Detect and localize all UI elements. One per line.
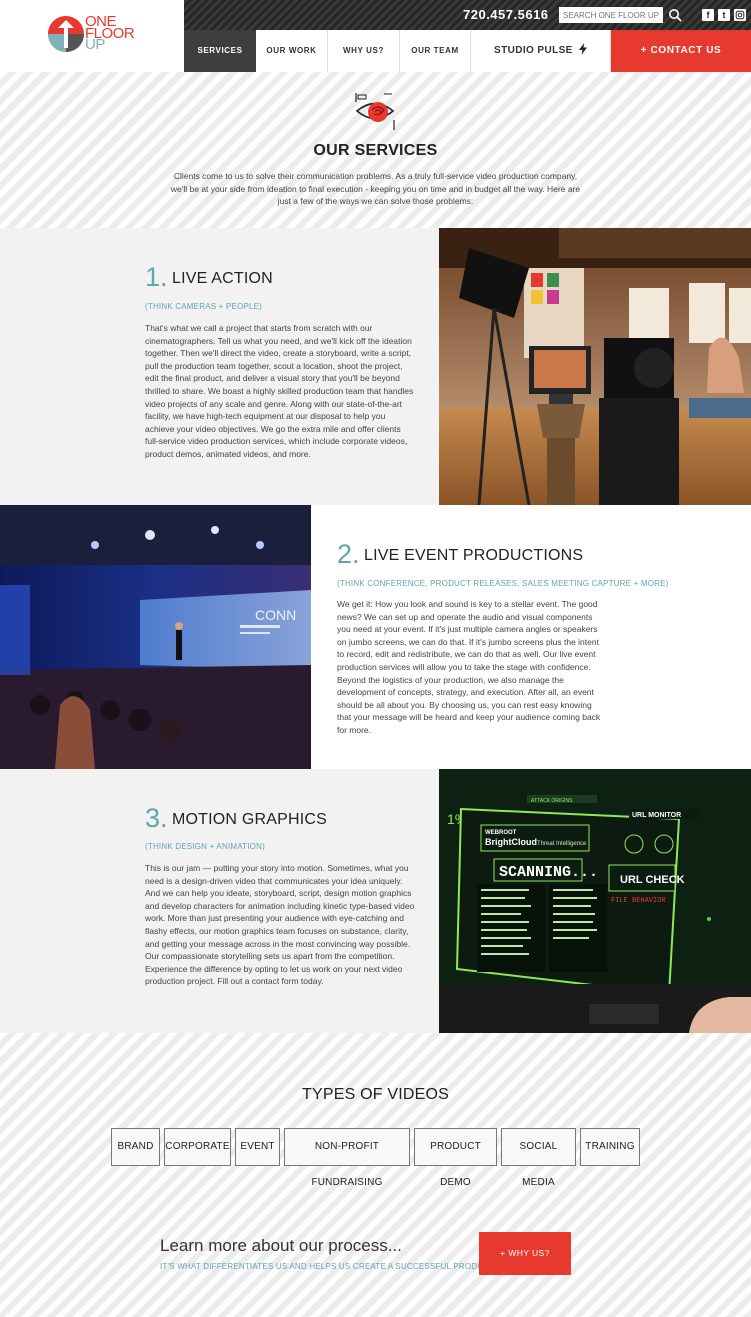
monitor-url-monitor: URL MONITOR (632, 812, 681, 819)
live-action-photo (439, 228, 751, 505)
eye-rose-icon (355, 93, 395, 130)
service-number: 2. (337, 539, 360, 569)
service-description: This is our jam — putting your story int… (145, 863, 415, 987)
page-title: OUR SERVICES (313, 142, 438, 159)
types-title: TYPES OF VIDEOS (301, 1086, 450, 1103)
type-corporate-button[interactable]: CORPORATE (164, 1128, 231, 1166)
phone-number[interactable]: 720.457.5616 (463, 7, 549, 22)
monitor-scanning: SCANNING... (499, 864, 598, 881)
nav-our-work[interactable]: OUR WORK (256, 30, 328, 72)
type-training-button[interactable]: TRAINING (580, 1128, 640, 1166)
search-input[interactable] (559, 7, 663, 23)
monitor-brand: BrightCloud (485, 837, 537, 847)
type-social-media-button[interactable]: SOCIAL MEDIA (501, 1128, 576, 1188)
service-title: LIVE ACTION (171, 270, 273, 287)
types-of-videos-section: TYPES OF VIDEOS BRAND CORPORATE EVENT NO… (0, 1033, 751, 1317)
type-event-button[interactable]: EVENT (235, 1128, 280, 1166)
monitor-brand-suffix: Threat Intelligence (537, 841, 587, 847)
nav-services[interactable]: SERVICES (184, 30, 256, 72)
service-live-action: 1. LIVE ACTION (THINK CAMERAS + PEOPLE) … (0, 228, 751, 505)
nav-our-team[interactable]: OUR TEAM (400, 30, 471, 72)
nav-studio-pulse[interactable]: STUDIO PULSE (471, 30, 611, 72)
intro-paragraph: Clients come to us to solve their commun… (170, 171, 581, 206)
service-heading: 2. LIVE EVENT PRODUCTIONS (337, 539, 583, 570)
service-heading: 3. MOTION GRAPHICS (145, 803, 327, 834)
service-heading: 1. LIVE ACTION (145, 262, 273, 293)
services-intro: OUR SERVICES Clients come to us to solve… (0, 72, 751, 228)
monitor-file-behavior: FILE BEHAVIOR (611, 897, 666, 905)
logo-wordmark: ONE FLOOR UP (85, 14, 145, 52)
type-non-profit-button[interactable]: NON-PROFIT FUNDRAISING (284, 1128, 410, 1188)
service-subtitle: (THINK CAMERAS + PEOPLE) (145, 302, 263, 311)
service-description: That's what we call a project that start… (145, 323, 414, 459)
monitor-photo-illustration: 1% ATTACK ORIGINS WEBROOT BrightCloud Th… (439, 769, 751, 1033)
type-brand-button[interactable]: BRAND (111, 1128, 160, 1166)
studio-photo-illustration (439, 228, 751, 505)
monitor-attack-origins: ATTACK ORIGINS (531, 798, 573, 804)
type-product-demo-button[interactable]: PRODUCT DEMO (414, 1128, 497, 1188)
monitor-url-check: URL CHECK (620, 874, 685, 886)
nav-studio-pulse-label: STUDIO PULSE (494, 45, 573, 56)
nav-why-us[interactable]: WHY US? (328, 30, 400, 72)
motion-graphics-photo: 1% ATTACK ORIGINS WEBROOT BrightCloud Th… (439, 769, 751, 1033)
logo-mark-icon (48, 16, 84, 52)
facebook-icon[interactable]: f (702, 9, 714, 21)
monitor-brand-top: WEBROOT (485, 830, 517, 836)
top-utility-bar: 720.457.5616 f t (184, 0, 751, 30)
service-description: We get it: How you look and sound is key… (337, 599, 601, 735)
lightning-icon (578, 43, 587, 55)
contact-us-button[interactable]: + CONTACT US (611, 30, 751, 72)
event-screen-text: CONN (255, 607, 296, 623)
search-icon[interactable] (668, 8, 682, 22)
live-event-photo: CONN (0, 505, 311, 769)
cta-heading: Learn more about our process... (160, 1236, 402, 1255)
service-title: MOTION GRAPHICS (171, 811, 327, 828)
service-number: 1. (145, 262, 168, 292)
main-nav: SERVICES OUR WORK WHY US? OUR TEAM STUDI… (184, 30, 751, 72)
service-motion-graphics: 3. MOTION GRAPHICS (THINK DESIGN + ANIMA… (0, 769, 751, 1033)
site-header: ONE FLOOR UP 720.457.5616 f t SERVICES O… (0, 0, 751, 82)
logo[interactable]: ONE FLOOR UP (0, 0, 184, 72)
service-number: 3. (145, 803, 168, 833)
event-photo-illustration: CONN (0, 505, 311, 769)
service-title: LIVE EVENT PRODUCTIONS (363, 547, 584, 564)
service-subtitle: (THINK CONFERENCE, PRODUCT RELEASES, SAL… (337, 579, 669, 588)
service-subtitle: (THINK DESIGN + ANIMATION) (145, 842, 265, 851)
why-us-button[interactable]: + WHY US? (479, 1232, 571, 1275)
instagram-icon[interactable] (734, 9, 746, 21)
service-live-event: CONN 2. LIVE EVENT PRODUCTIONS (THINK CO… (0, 505, 751, 769)
twitter-icon[interactable]: t (718, 9, 730, 21)
